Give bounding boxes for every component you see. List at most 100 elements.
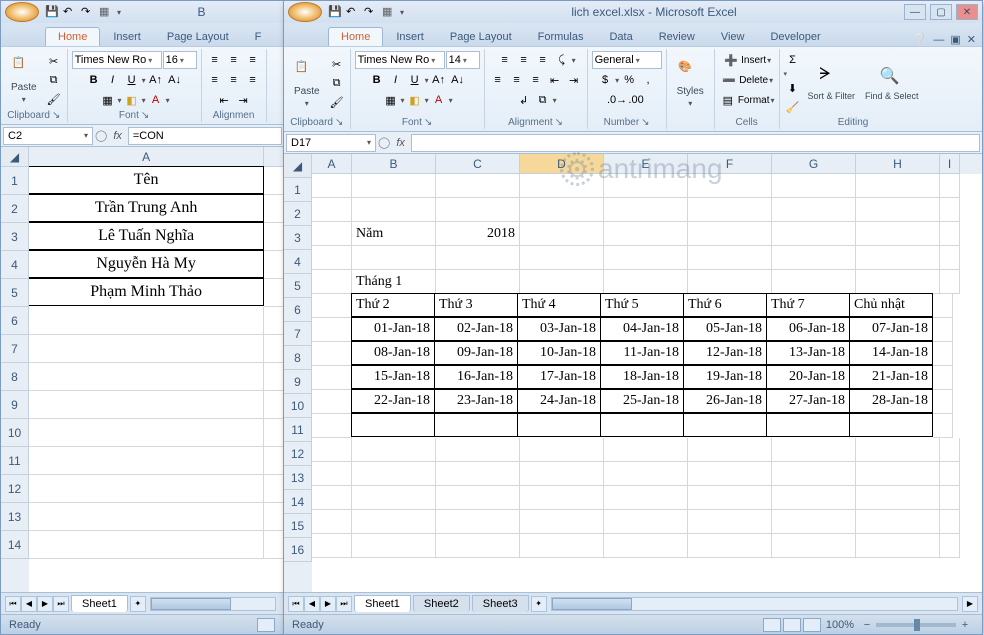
cell[interactable]: 05-Jan-18	[683, 317, 767, 341]
cell[interactable]: 02-Jan-18	[434, 317, 518, 341]
cell[interactable]	[520, 198, 604, 222]
cell[interactable]	[352, 246, 436, 270]
cell[interactable]	[940, 510, 960, 534]
cell[interactable]	[312, 438, 352, 462]
cell[interactable]	[436, 246, 520, 270]
tab-nav-first-icon[interactable]: ⏮	[5, 596, 21, 612]
row-head[interactable]: 15	[284, 514, 312, 538]
cell[interactable]	[312, 270, 352, 294]
cell[interactable]	[604, 174, 688, 198]
row-head[interactable]: 4	[284, 250, 312, 274]
cell[interactable]: 10-Jan-18	[517, 341, 601, 365]
qat-dropdown-icon[interactable]: ▾	[400, 8, 404, 17]
cell[interactable]	[688, 270, 772, 294]
styles-button[interactable]: 🎨 Styles ▾	[671, 56, 710, 112]
cell[interactable]	[29, 475, 264, 503]
align-right-icon[interactable]: ≡	[527, 71, 545, 89]
cell[interactable]	[312, 366, 352, 390]
row-head[interactable]: 14	[1, 531, 29, 559]
new-sheet-icon[interactable]: ✦	[130, 596, 146, 612]
cell[interactable]	[312, 462, 352, 486]
cell[interactable]: 16-Jan-18	[434, 365, 518, 389]
cell[interactable]: Lê Tuấn Nghĩa	[29, 222, 264, 250]
close-button[interactable]: ✕	[956, 4, 978, 20]
cell[interactable]	[520, 534, 604, 558]
tab-nav-last-icon[interactable]: ⏭	[336, 596, 352, 612]
cell[interactable]	[688, 510, 772, 534]
cell[interactable]	[856, 246, 940, 270]
cell[interactable]	[264, 335, 284, 363]
comma-icon[interactable]: ,	[639, 71, 657, 89]
cell[interactable]	[264, 503, 284, 531]
row-head[interactable]: 13	[1, 503, 29, 531]
merge-center-icon[interactable]: ⧉	[534, 91, 552, 109]
cell[interactable]	[856, 438, 940, 462]
format-icon[interactable]: ▤	[719, 91, 737, 109]
cell[interactable]: 07-Jan-18	[849, 317, 933, 341]
cell[interactable]	[604, 462, 688, 486]
cell[interactable]	[29, 503, 264, 531]
cell[interactable]: 20-Jan-18	[766, 365, 850, 389]
doc-minimize-icon[interactable]: —	[933, 34, 944, 46]
tab-review[interactable]: Review	[646, 27, 708, 46]
cell[interactable]	[604, 438, 688, 462]
cell[interactable]: 26-Jan-18	[683, 389, 767, 413]
align-mid-icon[interactable]: ≡	[515, 51, 533, 69]
cell[interactable]	[849, 413, 933, 437]
cell[interactable]	[604, 198, 688, 222]
delete-icon[interactable]: ➖	[720, 71, 738, 89]
cell[interactable]: 09-Jan-18	[434, 341, 518, 365]
cell[interactable]	[436, 270, 520, 294]
cell[interactable]: Năm	[352, 222, 436, 246]
cell[interactable]	[312, 318, 352, 342]
cell[interactable]	[29, 335, 264, 363]
orientation-icon[interactable]: ⤹	[553, 51, 571, 69]
row-head[interactable]: 5	[1, 279, 29, 307]
row-head[interactable]: 10	[1, 419, 29, 447]
cell[interactable]: 13-Jan-18	[766, 341, 850, 365]
align-bot-icon[interactable]: ≡	[244, 51, 262, 69]
cell[interactable]	[772, 462, 856, 486]
row-head[interactable]: 10	[284, 394, 312, 418]
cell[interactable]	[688, 534, 772, 558]
align-left-icon[interactable]: ≡	[489, 71, 507, 89]
col-head[interactable]: A	[312, 154, 352, 174]
row-head[interactable]: 2	[284, 202, 312, 226]
formula-bar[interactable]	[411, 134, 980, 152]
copy-icon[interactable]: ⧉	[328, 75, 346, 93]
cell[interactable]	[604, 270, 688, 294]
underline-button[interactable]: U	[123, 71, 141, 89]
cell[interactable]	[352, 486, 436, 510]
undo-icon[interactable]: ↶	[63, 5, 77, 19]
cell[interactable]	[772, 510, 856, 534]
row-head[interactable]: 5	[284, 274, 312, 298]
col-head[interactable]: C	[436, 154, 520, 174]
cell[interactable]	[772, 222, 856, 246]
dec-decimal-icon[interactable]: .00	[627, 91, 645, 109]
row-head[interactable]: 12	[1, 475, 29, 503]
indent-inc-icon[interactable]: ⇥	[565, 71, 583, 89]
sheet-tab[interactable]: Sheet1	[354, 595, 411, 612]
help-icon[interactable]: ❔	[914, 33, 928, 46]
cell[interactable]	[312, 342, 352, 366]
cell[interactable]	[856, 534, 940, 558]
new-sheet-icon[interactable]: ✦	[531, 596, 547, 612]
cell[interactable]: Tên	[29, 166, 264, 194]
fill-color-icon[interactable]: ◧	[406, 91, 424, 109]
cell[interactable]	[264, 307, 284, 335]
qat-dropdown-icon[interactable]: ▾	[117, 8, 121, 17]
save-icon[interactable]: 💾	[45, 5, 59, 19]
cell[interactable]	[520, 174, 604, 198]
zoom-level[interactable]: 100%	[826, 619, 854, 631]
titlebar[interactable]: 💾 ↶ ↷ ▦ ▾ lich excel.xlsx - Microsoft Ex…	[284, 1, 982, 23]
fx-icon[interactable]: fx	[392, 137, 409, 149]
percent-icon[interactable]: %	[620, 71, 638, 89]
cell[interactable]	[772, 438, 856, 462]
select-all-corner[interactable]: ◢	[1, 147, 29, 167]
cell[interactable]	[604, 534, 688, 558]
cell[interactable]	[766, 413, 850, 437]
cell[interactable]	[940, 246, 960, 270]
row-head[interactable]: 3	[284, 226, 312, 250]
align-center-icon[interactable]: ≡	[225, 71, 243, 89]
row-head[interactable]: 3	[1, 223, 29, 251]
